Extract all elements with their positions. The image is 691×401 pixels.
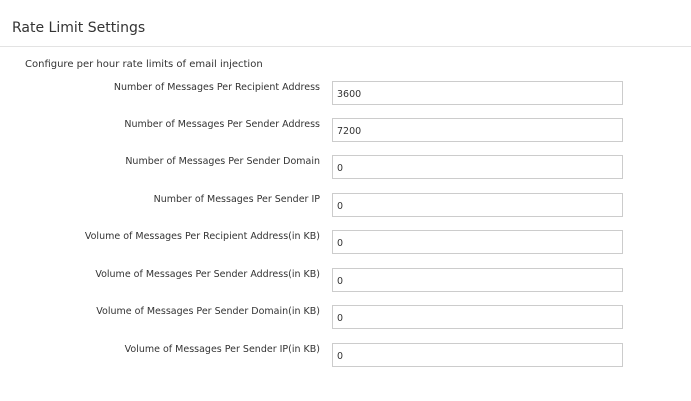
volume-per-recipient-address-input[interactable] bbox=[332, 230, 623, 254]
messages-per-sender-ip-label: Number of Messages Per Sender IP bbox=[153, 194, 320, 205]
volume-per-sender-ip-input[interactable] bbox=[332, 343, 623, 367]
messages-per-sender-address-label: Number of Messages Per Sender Address bbox=[124, 119, 320, 130]
form-row-messages-per-sender-address: Number of Messages Per Sender Address bbox=[0, 118, 691, 144]
form-row-messages-per-sender-domain: Number of Messages Per Sender Domain bbox=[0, 155, 691, 181]
form-row-volume-per-sender-address: Volume of Messages Per Sender Address(in… bbox=[0, 268, 691, 294]
volume-per-sender-address-label: Volume of Messages Per Sender Address(in… bbox=[95, 269, 320, 280]
volume-per-recipient-address-label: Volume of Messages Per Recipient Address… bbox=[84, 231, 320, 242]
title-divider bbox=[0, 46, 691, 47]
messages-per-sender-domain-label: Number of Messages Per Sender Domain bbox=[125, 156, 320, 167]
form-row-volume-per-sender-ip: Volume of Messages Per Sender IP(in KB) bbox=[0, 343, 691, 369]
rate-limit-settings-panel: Rate Limit Settings Configure per hour r… bbox=[0, 0, 691, 401]
volume-per-sender-address-input[interactable] bbox=[332, 268, 623, 292]
form-row-messages-per-sender-ip: Number of Messages Per Sender IP bbox=[0, 193, 691, 219]
messages-per-sender-ip-input[interactable] bbox=[332, 193, 623, 217]
form-row-volume-per-sender-domain: Volume of Messages Per Sender Domain(in … bbox=[0, 305, 691, 331]
messages-per-sender-address-input[interactable] bbox=[332, 118, 623, 142]
form-row-messages-per-recipient-address: Number of Messages Per Recipient Address bbox=[0, 81, 691, 107]
volume-per-sender-ip-label: Volume of Messages Per Sender IP(in KB) bbox=[124, 344, 320, 355]
volume-per-sender-domain-input[interactable] bbox=[332, 305, 623, 329]
page-title: Rate Limit Settings bbox=[12, 20, 146, 36]
messages-per-recipient-address-label: Number of Messages Per Recipient Address bbox=[113, 82, 320, 93]
form-description: Configure per hour rate limits of email … bbox=[25, 59, 263, 70]
messages-per-sender-domain-input[interactable] bbox=[332, 155, 623, 179]
volume-per-sender-domain-label: Volume of Messages Per Sender Domain(in … bbox=[96, 306, 320, 317]
form-row-volume-per-recipient-address: Volume of Messages Per Recipient Address… bbox=[0, 230, 691, 256]
messages-per-recipient-address-input[interactable] bbox=[332, 81, 623, 105]
